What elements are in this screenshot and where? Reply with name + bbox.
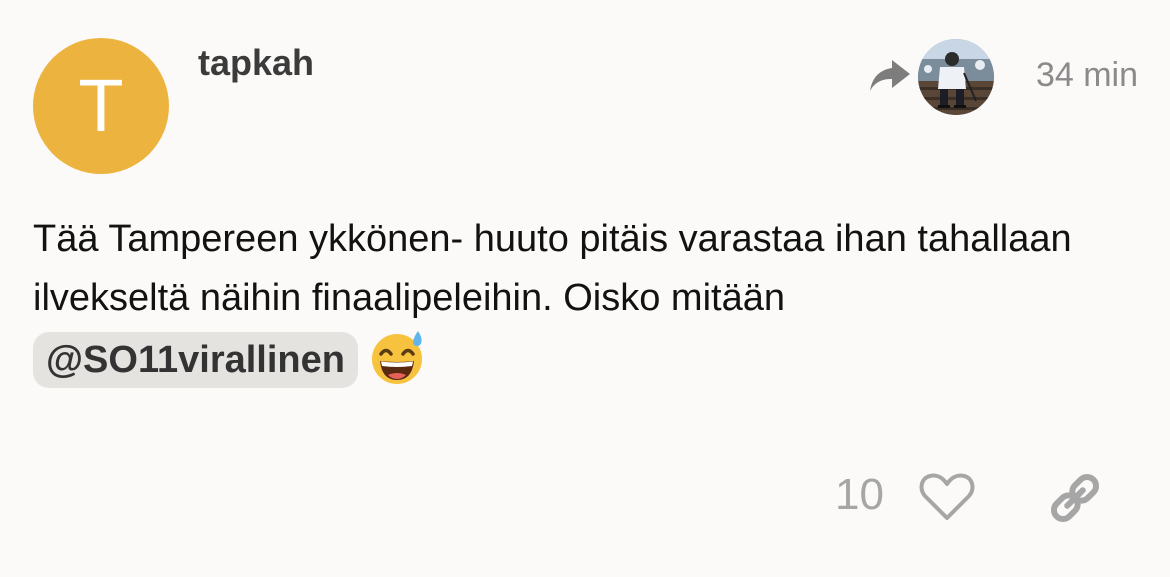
link-icon[interactable]	[1047, 470, 1103, 526]
post-timestamp: 34 min	[1035, 56, 1138, 94]
user-avatar[interactable]: T	[33, 38, 169, 174]
post-card: T tapkah 34 min Tää Tampereen ykkönen- h…	[0, 0, 1170, 577]
reply-to-avatar[interactable]	[918, 39, 994, 115]
mention-link[interactable]: @SO11virallinen	[33, 332, 358, 388]
reply-arrow-icon[interactable]	[866, 56, 914, 96]
like-count: 10	[835, 470, 884, 519]
heart-outline-icon[interactable]	[918, 472, 976, 522]
avatar-letter: T	[78, 64, 124, 147]
post-body-text: Tää Tampereen ykkönen- huuto pitäis vara…	[33, 218, 1072, 319]
post-body: Tää Tampereen ykkönen- huuto pitäis vara…	[33, 210, 1143, 390]
username[interactable]: tapkah	[198, 42, 314, 84]
reply-to-avatar-photo	[918, 39, 994, 115]
grinning-face-with-sweat-icon	[371, 331, 422, 384]
